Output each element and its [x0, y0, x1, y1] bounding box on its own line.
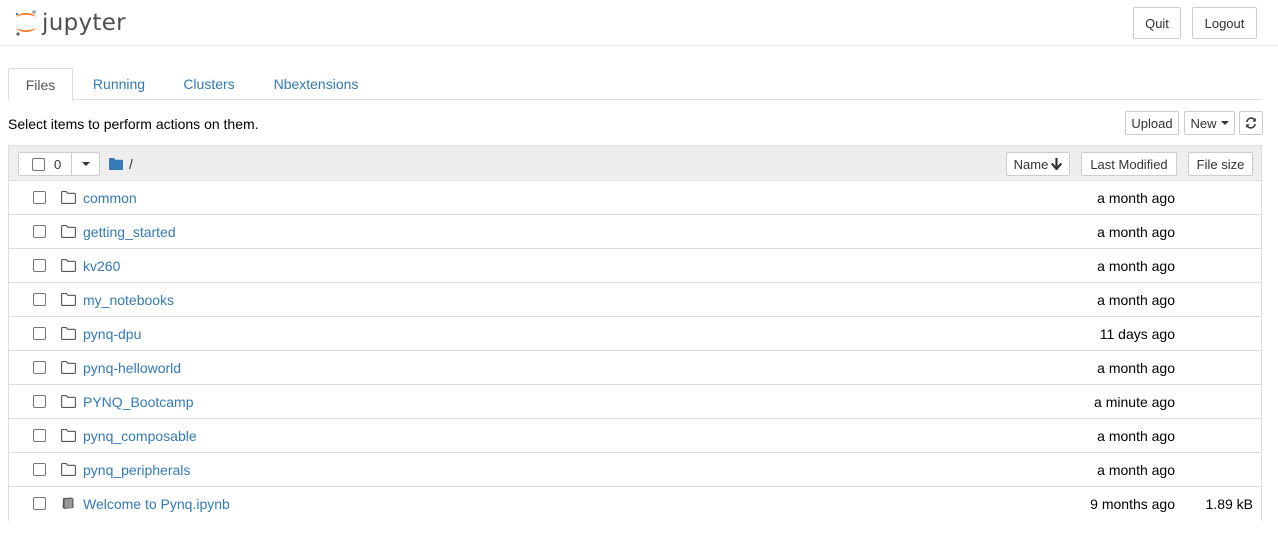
- sort-name-label: Name: [1013, 156, 1049, 172]
- file-list-row[interactable]: Welcome to Pynq.ipynb 9 months ago 1.89 kB: [9, 487, 1261, 521]
- file-list-header: 0 / Name Last Modified File size: [9, 146, 1261, 181]
- selected-count: 0: [54, 156, 62, 172]
- tab-nbextensions[interactable]: Nbextensions: [261, 68, 371, 100]
- file-name-link[interactable]: PYNQ_Bootcamp: [83, 394, 194, 410]
- row-checkbox[interactable]: [33, 395, 46, 408]
- tab-clusters[interactable]: Clusters: [171, 68, 247, 100]
- file-list: 0 / Name Last Modified File size common a…: [8, 145, 1262, 521]
- tab-bar: Files Running Clusters Nbextensions: [8, 68, 1262, 101]
- new-dropdown-button[interactable]: New: [1184, 111, 1235, 135]
- breadcrumb-root[interactable]: /: [129, 156, 133, 172]
- sort-by-last-modified-button[interactable]: Last Modified: [1081, 152, 1177, 176]
- folder-icon: [61, 191, 76, 207]
- sort-by-name-button[interactable]: Name: [1006, 152, 1070, 176]
- jupyter-logo[interactable]: jupyter: [12, 7, 126, 39]
- arrow-down-icon: [1051, 158, 1063, 170]
- notebook-icon: [61, 497, 75, 513]
- file-name-link[interactable]: pynq-dpu: [83, 326, 141, 342]
- file-list-row[interactable]: common a month ago: [9, 181, 1261, 215]
- row-checkbox[interactable]: [33, 497, 46, 510]
- folder-icon: [61, 225, 76, 241]
- upload-button[interactable]: Upload: [1125, 111, 1179, 135]
- select-all-group: 0: [18, 152, 100, 176]
- file-list-row[interactable]: getting_started a month ago: [9, 215, 1261, 249]
- folder-icon: [61, 293, 76, 309]
- file-last-modified: 11 days ago: [1099, 326, 1175, 342]
- jupyter-logo-icon: [15, 10, 36, 36]
- folder-icon: [61, 361, 76, 377]
- file-name-link[interactable]: my_notebooks: [83, 292, 174, 308]
- file-list-row[interactable]: PYNQ_Bootcamp a minute ago: [9, 385, 1261, 419]
- row-checkbox[interactable]: [33, 463, 46, 476]
- folder-icon: [61, 259, 76, 275]
- tab-running[interactable]: Running: [81, 68, 157, 100]
- select-all-checkbox[interactable]: [32, 157, 45, 171]
- file-list-row[interactable]: my_notebooks a month ago: [9, 283, 1261, 317]
- file-last-modified: 9 months ago: [1090, 496, 1175, 512]
- file-name-link[interactable]: getting_started: [83, 224, 176, 240]
- file-name-link[interactable]: pynq_composable: [83, 428, 197, 444]
- logo-text: jupyter: [42, 10, 126, 36]
- caret-down-icon: [1220, 121, 1229, 125]
- file-list-row[interactable]: kv260 a month ago: [9, 249, 1261, 283]
- file-last-modified: a month ago: [1097, 190, 1175, 206]
- file-name-link[interactable]: Welcome to Pynq.ipynb: [83, 496, 230, 512]
- file-last-modified: a month ago: [1097, 292, 1175, 308]
- refresh-icon: [1246, 117, 1256, 129]
- row-checkbox[interactable]: [33, 327, 46, 340]
- row-checkbox[interactable]: [33, 361, 46, 374]
- file-name-link[interactable]: common: [83, 190, 137, 206]
- tab-files[interactable]: Files: [8, 68, 73, 101]
- instructions-text: Select items to perform actions on them.: [8, 116, 259, 132]
- sort-by-file-size-button[interactable]: File size: [1188, 152, 1253, 176]
- file-size: 1.89 kB: [1205, 496, 1253, 512]
- file-last-modified: a month ago: [1097, 360, 1175, 376]
- new-label: New: [1190, 115, 1217, 131]
- logout-button[interactable]: Logout: [1192, 7, 1257, 39]
- file-list-row[interactable]: pynq-dpu 11 days ago: [9, 317, 1261, 351]
- folder-icon[interactable]: [109, 158, 123, 170]
- select-all-control[interactable]: 0: [19, 153, 72, 175]
- file-list-row[interactable]: pynq_composable a month ago: [9, 419, 1261, 453]
- row-checkbox[interactable]: [33, 259, 46, 272]
- caret-down-icon: [81, 162, 90, 166]
- select-dropdown-button[interactable]: [72, 153, 99, 175]
- file-name-link[interactable]: pynq-helloworld: [83, 360, 181, 376]
- row-checkbox[interactable]: [33, 191, 46, 204]
- file-last-modified: a month ago: [1097, 462, 1175, 478]
- folder-icon: [61, 327, 76, 343]
- file-last-modified: a month ago: [1097, 224, 1175, 240]
- file-list-row[interactable]: pynq-helloworld a month ago: [9, 351, 1261, 385]
- folder-icon: [61, 395, 76, 411]
- header: jupyter Quit Logout: [0, 0, 1278, 46]
- refresh-button[interactable]: [1239, 111, 1263, 135]
- file-name-link[interactable]: kv260: [83, 258, 120, 274]
- file-last-modified: a minute ago: [1094, 394, 1175, 410]
- file-last-modified: a month ago: [1097, 428, 1175, 444]
- file-list-row[interactable]: pynq_peripherals a month ago: [9, 453, 1261, 487]
- folder-icon: [61, 429, 76, 445]
- row-checkbox[interactable]: [33, 429, 46, 442]
- breadcrumb: /: [109, 156, 133, 172]
- row-checkbox[interactable]: [33, 293, 46, 306]
- row-checkbox[interactable]: [33, 225, 46, 238]
- quit-button[interactable]: Quit: [1133, 7, 1181, 39]
- file-name-link[interactable]: pynq_peripherals: [83, 462, 190, 478]
- folder-icon: [61, 463, 76, 479]
- file-last-modified: a month ago: [1097, 258, 1175, 274]
